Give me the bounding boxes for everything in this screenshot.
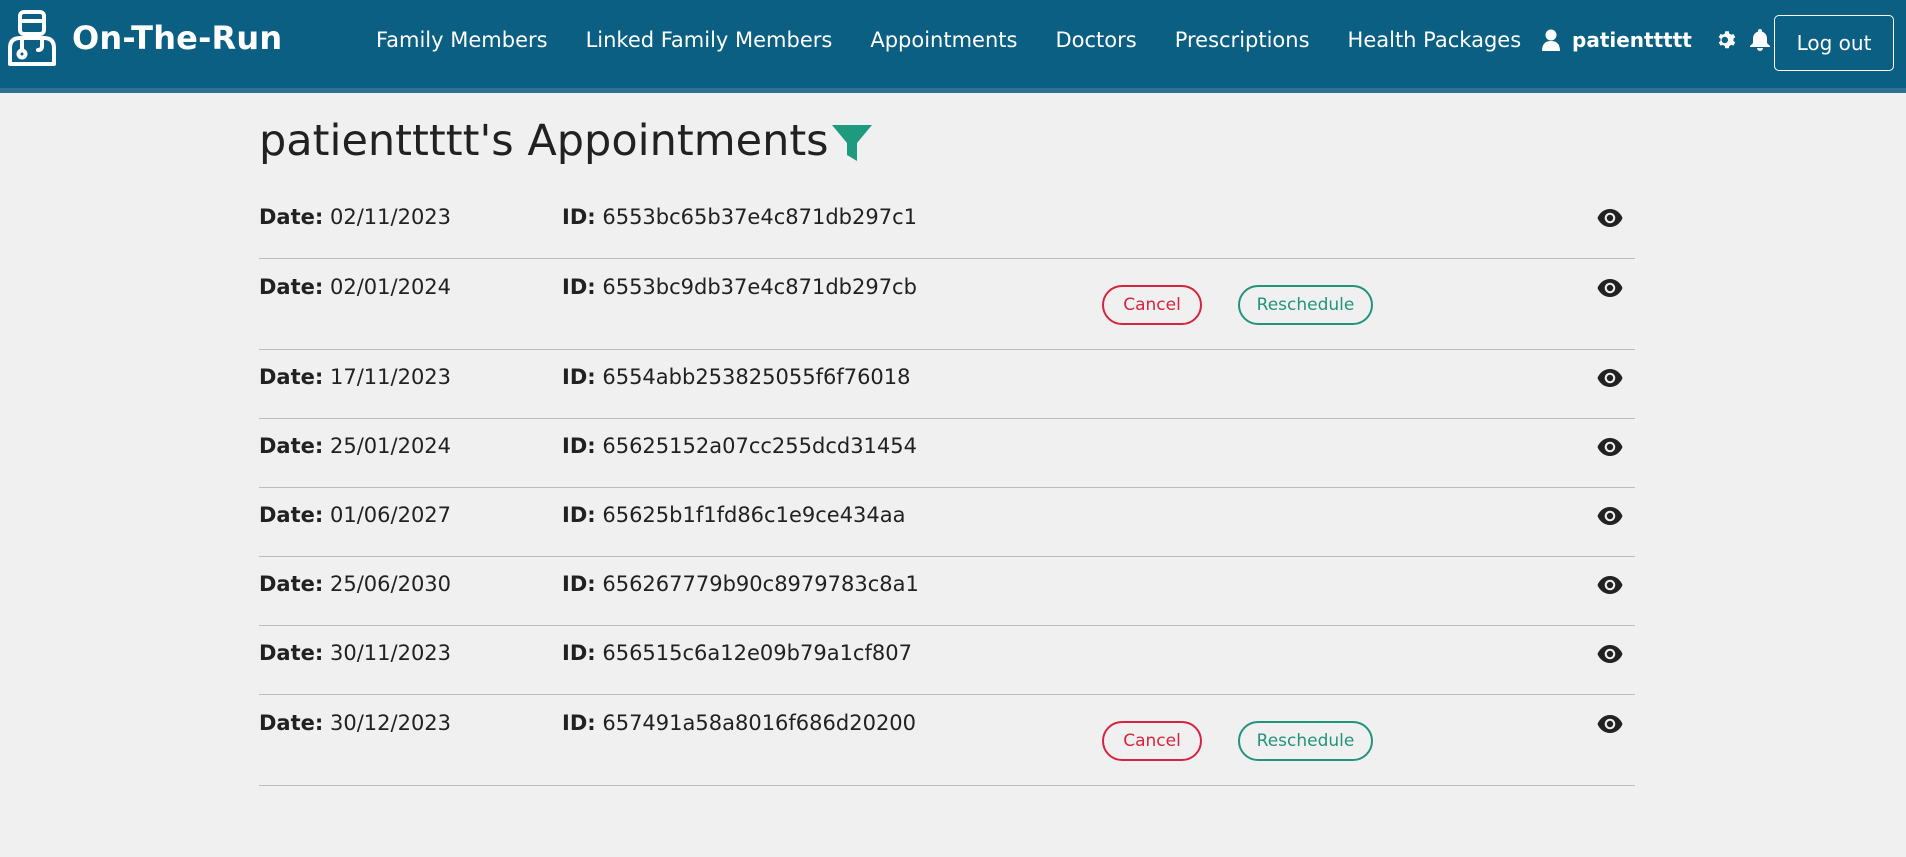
- view-details-button[interactable]: [1597, 368, 1623, 392]
- appointment-id: ID: 6553bc65b37e4c871db297c1: [562, 205, 917, 229]
- bell-icon: [1749, 29, 1770, 51]
- appointment-date: Date: 25/01/2024: [259, 434, 451, 458]
- id-value: 656267779b90c8979783c8a1: [602, 572, 919, 596]
- eye-icon: [1597, 576, 1623, 599]
- id-label: ID:: [562, 711, 596, 735]
- appointment-row: Date: 30/11/2023 ID: 656515c6a12e09b79a1c…: [259, 626, 1635, 695]
- appointment-id: ID: 656267779b90c8979783c8a1: [562, 572, 919, 596]
- appointments-list: Date: 02/11/2023 ID: 6553bc65b37e4c871db2…: [259, 190, 1635, 786]
- appointment-date: Date: 02/11/2023: [259, 205, 451, 229]
- top-navbar: On-The-Run Family Members Linked Family …: [0, 0, 1906, 93]
- nav-doctors[interactable]: Doctors: [1055, 28, 1136, 52]
- appointment-row: Date: 17/11/2023 ID: 6554abb253825055f6f7…: [259, 350, 1635, 419]
- reschedule-button[interactable]: Reschedule: [1238, 285, 1373, 325]
- cancel-button[interactable]: Cancel: [1102, 285, 1202, 325]
- date-value: 01/06/2027: [329, 503, 452, 527]
- view-details-button[interactable]: [1597, 437, 1623, 461]
- id-label: ID:: [562, 572, 596, 596]
- id-label: ID:: [562, 275, 596, 299]
- id-label: ID:: [562, 641, 596, 665]
- id-value: 6554abb253825055f6f76018: [602, 365, 911, 389]
- appointment-date: Date: 25/06/2030: [259, 572, 451, 596]
- date-value: 30/12/2023: [329, 711, 452, 735]
- id-value: 65625b1f1fd86c1e9ce434aa: [602, 503, 906, 527]
- appointment-row: Date: 25/01/2024 ID: 65625152a07cc255dcd3…: [259, 419, 1635, 488]
- id-value: 6553bc9db37e4c871db297cb: [602, 275, 917, 299]
- date-label: Date:: [259, 205, 324, 229]
- appointment-id: ID: 657491a58a8016f686d20200: [562, 711, 916, 735]
- view-details-button[interactable]: [1597, 714, 1623, 738]
- appointment-id: ID: 6553bc9db37e4c871db297cb: [562, 275, 917, 299]
- view-details-button[interactable]: [1597, 644, 1623, 668]
- eye-icon: [1597, 507, 1623, 530]
- appointment-row: Date: 25/06/2030 ID: 656267779b90c8979783…: [259, 557, 1635, 626]
- nav-appointments[interactable]: Appointments: [870, 28, 1017, 52]
- appointment-id: ID: 65625152a07cc255dcd31454: [562, 434, 917, 458]
- id-label: ID:: [562, 205, 596, 229]
- user-area: patienttttt: [1542, 28, 1770, 52]
- appointment-row: Date: 02/11/2023 ID: 6553bc65b37e4c871db2…: [259, 190, 1635, 259]
- appointment-date: Date: 01/06/2027: [259, 503, 451, 527]
- appointment-id: ID: 65625b1f1fd86c1e9ce434aa: [562, 503, 906, 527]
- eye-icon: [1597, 279, 1623, 302]
- settings-button[interactable]: [1716, 29, 1738, 51]
- eye-icon: [1597, 369, 1623, 392]
- appointment-row: Date: 01/06/2027 ID: 65625b1f1fd86c1e9ce4…: [259, 488, 1635, 557]
- id-value: 65625152a07cc255dcd31454: [602, 434, 918, 458]
- appointment-row: Date: 02/01/2024 ID: 6553bc9db37e4c871db2…: [259, 259, 1635, 350]
- brand-logo[interactable]: On-The-Run: [6, 10, 282, 66]
- view-details-button[interactable]: [1597, 506, 1623, 530]
- logout-button[interactable]: Log out: [1774, 15, 1894, 71]
- date-value: 25/06/2030: [329, 572, 452, 596]
- nav-health-packages[interactable]: Health Packages: [1348, 28, 1522, 52]
- cancel-button[interactable]: Cancel: [1102, 721, 1202, 761]
- id-label: ID:: [562, 503, 596, 527]
- date-value: 25/01/2024: [329, 434, 452, 458]
- appointment-date: Date: 02/01/2024: [259, 275, 451, 299]
- date-label: Date:: [259, 365, 324, 389]
- filter-icon[interactable]: [831, 124, 873, 162]
- appointment-date: Date: 30/12/2023: [259, 711, 451, 735]
- view-details-button[interactable]: [1597, 575, 1623, 599]
- doctor-robot-icon: [8, 10, 56, 66]
- date-label: Date:: [259, 275, 324, 299]
- nav-linked-family-members[interactable]: Linked Family Members: [586, 28, 833, 52]
- gear-icon: [1718, 31, 1736, 49]
- notifications-button[interactable]: [1749, 29, 1770, 51]
- date-value: 02/01/2024: [329, 275, 452, 299]
- eye-icon: [1597, 438, 1623, 461]
- reschedule-button[interactable]: Reschedule: [1238, 721, 1373, 761]
- nav-family-members[interactable]: Family Members: [376, 28, 548, 52]
- eye-icon: [1597, 715, 1623, 738]
- eye-icon: [1597, 209, 1623, 232]
- date-label: Date:: [259, 572, 324, 596]
- id-label: ID:: [562, 365, 596, 389]
- view-details-button[interactable]: [1597, 208, 1623, 232]
- appointment-id: ID: 6554abb253825055f6f76018: [562, 365, 911, 389]
- appointment-id: ID: 656515c6a12e09b79a1cf807: [562, 641, 912, 665]
- user-icon[interactable]: [1542, 29, 1560, 51]
- eye-icon: [1597, 645, 1623, 668]
- id-label: ID:: [562, 434, 596, 458]
- view-details-button[interactable]: [1597, 278, 1623, 302]
- date-label: Date:: [259, 503, 324, 527]
- page-title: patienttttt's Appointments: [259, 116, 829, 166]
- nav-prescriptions[interactable]: Prescriptions: [1175, 28, 1310, 52]
- id-value: 657491a58a8016f686d20200: [602, 711, 917, 735]
- id-value: 656515c6a12e09b79a1cf807: [602, 641, 912, 665]
- brand-name: On-The-Run: [72, 19, 283, 57]
- page-title-row: patienttttt's Appointments: [259, 116, 873, 166]
- date-value: 02/11/2023: [329, 205, 452, 229]
- id-value: 6553bc65b37e4c871db297c1: [602, 205, 917, 229]
- username[interactable]: patienttttt: [1572, 28, 1692, 52]
- date-label: Date:: [259, 434, 324, 458]
- date-value: 17/11/2023: [329, 365, 452, 389]
- appointment-date: Date: 17/11/2023: [259, 365, 451, 389]
- appointment-date: Date: 30/11/2023: [259, 641, 451, 665]
- nav-links: Family Members Linked Family Members App…: [376, 28, 1559, 52]
- appointment-row: Date: 30/12/2023 ID: 657491a58a8016f686d2…: [259, 695, 1635, 786]
- date-label: Date:: [259, 641, 324, 665]
- date-label: Date:: [259, 711, 324, 735]
- date-value: 30/11/2023: [329, 641, 452, 665]
